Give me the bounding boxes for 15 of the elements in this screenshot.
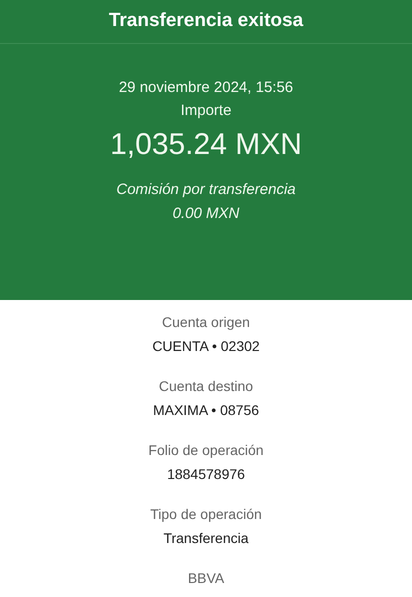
amount-value: 1,035.24 MXN (110, 127, 302, 163)
detail-value: CUENTA • 02302 (152, 337, 260, 356)
detail-label: Tipo de operación (150, 505, 262, 524)
detail-value: MAXIMA • 08756 (152, 401, 260, 420)
fee-value: 0.00 MXN (172, 204, 240, 224)
detail-value: 1884578976 (167, 465, 245, 484)
fee-label: Comisión por transferencia (116, 180, 296, 200)
header-title: Transferencia exitosa (108, 9, 304, 34)
bank-name: BBVA (188, 569, 224, 588)
detail-label: Cuenta origen (162, 313, 250, 332)
amount-label: Importe (180, 101, 232, 121)
transfer-date: 29 noviembre 2024, 15:56 (118, 78, 294, 98)
detail-label: Cuenta destino (158, 377, 254, 396)
detail-value: Transferencia (163, 529, 249, 548)
detail-label: Folio de operación (148, 441, 264, 460)
